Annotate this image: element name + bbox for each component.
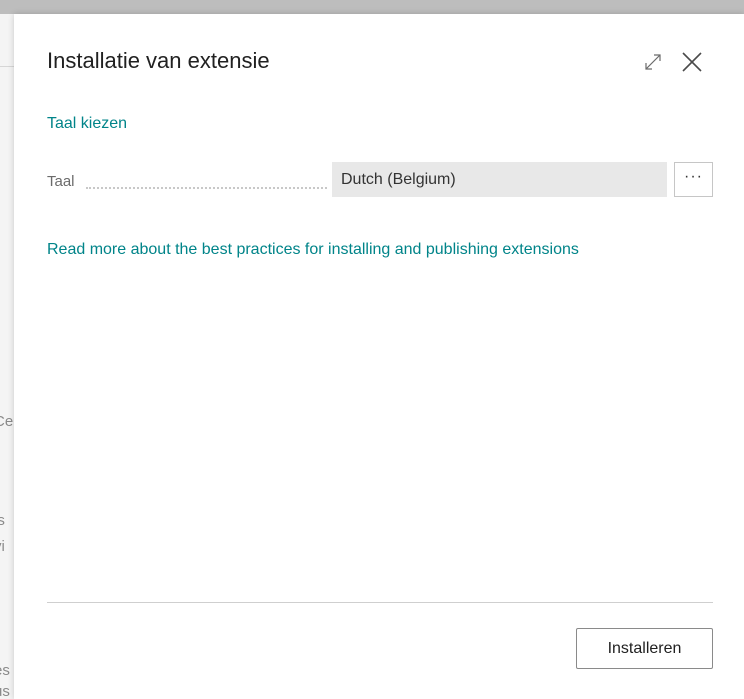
background-divider	[0, 66, 14, 67]
language-field-label: Taal	[47, 173, 75, 190]
background-text-fragment: Ce	[0, 413, 14, 430]
expand-icon[interactable]	[639, 48, 667, 76]
best-practices-link[interactable]: Read more about the best practices for i…	[47, 241, 579, 259]
close-icon[interactable]	[678, 48, 706, 76]
dialog-title: Installatie van extensie	[47, 48, 270, 73]
install-button[interactable]: Installeren	[576, 628, 713, 669]
language-section-link[interactable]: Taal kiezen	[47, 115, 127, 133]
background-text-fragment: us	[0, 683, 10, 699]
field-leader-dots	[86, 187, 327, 189]
background-text-fragment: vi	[0, 538, 5, 555]
background-top-bar	[0, 0, 744, 14]
language-lookup-button[interactable]: ···	[674, 162, 713, 197]
language-field[interactable]: Dutch (Belgium)	[332, 162, 667, 197]
background-text-fragment: es	[0, 662, 10, 679]
extension-install-dialog: Installatie van extensie Taal kiezen Taa…	[14, 14, 744, 699]
background-text-fragment: is	[0, 512, 5, 529]
footer-divider	[47, 602, 713, 603]
